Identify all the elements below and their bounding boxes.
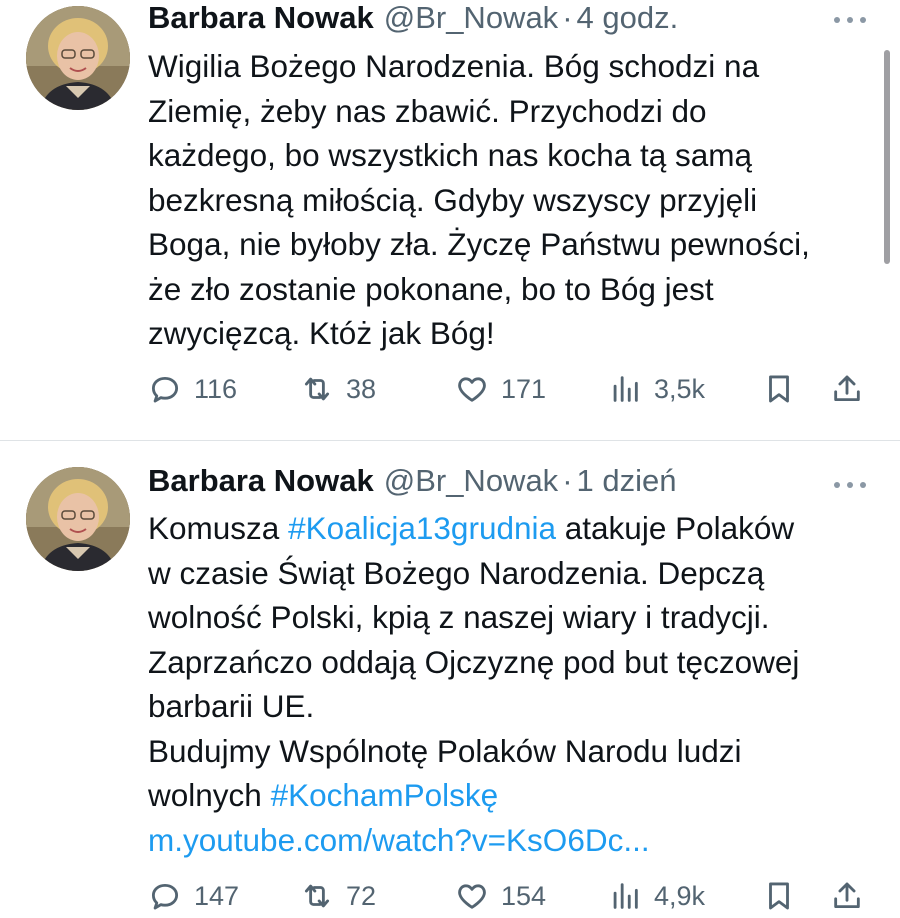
tweet-text-line: zwycięzcą. Któż jak Bóg! [148, 311, 878, 356]
tweet-text: Wigilia Bożego Narodzenia. Bóg schodzi n… [148, 44, 878, 356]
tweet-text-line: wolność Polski, kpią z naszej wiary i tr… [148, 595, 878, 640]
tweet-text-line: Ziemię, żeby nas zbawić. Przychodzi do [148, 89, 878, 134]
like-count: 154 [501, 880, 547, 911]
like-button[interactable]: 154 [455, 874, 546, 918]
heart-icon [458, 884, 486, 909]
reply-button[interactable]: 116 [148, 367, 237, 411]
retweet-count: 38 [346, 373, 377, 404]
author-handle[interactable]: @Br_Nowak [384, 0, 558, 36]
reply-count: 147 [194, 880, 240, 911]
tweet-text-line: Boga, nie byłoby zła. Życzę Państwu pewn… [148, 222, 878, 267]
tweet-text-line: Wigilia Bożego Narodzenia. Bóg schodzi n… [148, 44, 878, 89]
url-link[interactable]: m.youtube.com/watch?v=KsO6Dc... [148, 822, 650, 858]
share-button[interactable] [830, 874, 864, 918]
tweet-text-segment: że zło zostanie pokonane, bo to Bóg jest [148, 270, 714, 307]
tweet-text-line: w czasie Świąt Bożego Narodzenia. Depczą [148, 551, 878, 596]
reply-icon [151, 883, 179, 910]
tweet-text-segment: wolnych [148, 777, 271, 813]
tweet-text-line: że zło zostanie pokonane, bo to Bóg jest [148, 267, 878, 312]
tweet-text-segment: Budujmy Wspólnotę Polaków Narodu ludzi [148, 732, 742, 769]
more-dots-icon[interactable] [834, 479, 868, 489]
tweet-text-segment: bezkresną miłością. Gdyby wszyscy przyję… [148, 181, 758, 218]
tweet-text-line: bezkresną miłością. Gdyby wszyscy przyję… [148, 178, 878, 223]
tweet[interactable]: Barbara Nowak @Br_Nowak · 1 dzień Komusz… [0, 441, 900, 915]
retweet-icon [304, 377, 330, 401]
author-name[interactable]: Barbara Nowak [148, 0, 374, 36]
heart-icon [458, 377, 486, 402]
retweet-button[interactable]: 38 [300, 367, 376, 411]
tweet-text: Komusza #Koalicja13grudnia atakuje Polak… [148, 506, 878, 862]
avatar-photo [26, 467, 130, 571]
views-icon [613, 883, 638, 909]
tweet-text-segment: wolność Polski, kpią z naszej wiary i tr… [148, 599, 770, 635]
action-bar: 147 72 154 4,9k [0, 874, 900, 918]
avatar-photo [26, 6, 130, 110]
share-icon [834, 375, 860, 402]
tweet-timestamp[interactable]: 4 godz. [577, 0, 679, 36]
tweet-text-line: barbarii UE. [148, 684, 878, 729]
tweet-text-segment: w czasie Świąt Bożego Narodzenia. Depczą [148, 554, 765, 591]
tweet-header: Barbara Nowak @Br_Nowak · 1 dzień [148, 463, 676, 503]
tweet-text-line: Komusza #Koalicja13grudnia atakuje Polak… [148, 506, 878, 551]
hashtag-link[interactable]: #Koalicja13grudnia [288, 510, 556, 546]
retweet-icon [304, 884, 330, 908]
bookmark-button[interactable] [762, 367, 796, 411]
share-button[interactable] [830, 367, 864, 411]
tweet-text-line: wolnych #KochamPolskę [148, 773, 878, 818]
tweet-text-segment: atakuje Polaków [556, 510, 795, 546]
reply-icon [151, 376, 179, 403]
tweet-text-line: każdego, bo wszystkich nas kocha tą samą [148, 133, 878, 178]
separator-dot: · [562, 463, 573, 498]
tweet[interactable]: Barbara Nowak @Br_Nowak · 4 godz. Wigili… [0, 0, 900, 440]
tweet-text-line: m.youtube.com/watch?v=KsO6Dc... [148, 818, 878, 863]
avatar[interactable] [26, 6, 130, 110]
like-count: 171 [501, 373, 547, 404]
bookmark-icon [769, 882, 789, 910]
bookmark-icon [769, 375, 789, 403]
tweet-text-segment: Zaprzańczo oddają Ojczyznę pod but tęczo… [148, 643, 800, 680]
like-button[interactable]: 171 [455, 367, 546, 411]
separator-dot: · [562, 0, 573, 35]
reply-count: 116 [194, 373, 238, 404]
tweet-text-line: Zaprzańczo oddają Ojczyznę pod but tęczo… [148, 640, 878, 685]
views-count: 3,5k [654, 373, 706, 404]
tweet-text-line: Budujmy Wspólnotę Polaków Narodu ludzi [148, 729, 878, 774]
tweet-timestamp[interactable]: 1 dzień [577, 463, 677, 499]
tweet-text-segment: każdego, bo wszystkich nas kocha tą samą [148, 137, 753, 173]
views-icon [613, 376, 638, 402]
retweet-button[interactable]: 72 [300, 874, 376, 918]
tweet-text-segment: Wigilia Bożego Narodzenia. Bóg schodzi n… [148, 48, 760, 84]
more-dots-icon[interactable] [834, 14, 868, 24]
views-count: 4,9k [654, 880, 706, 911]
views-button[interactable]: 4,9k [608, 874, 705, 918]
scrollbar[interactable] [884, 50, 890, 264]
tweet-text-segment: zwycięzcą. Któż jak Bóg! [148, 315, 495, 351]
author-name[interactable]: Barbara Nowak [148, 463, 374, 499]
avatar[interactable] [26, 467, 130, 571]
reply-button[interactable]: 147 [148, 874, 239, 918]
tweet-text-segment: Komusza [148, 510, 289, 546]
tweet-header: Barbara Nowak @Br_Nowak · 4 godz. [148, 0, 678, 40]
tweet-text-segment: Ziemię, żeby nas zbawić. Przychodzi do [148, 92, 707, 129]
tweet-text-segment: Boga, nie byłoby zła. Życzę Państwu pewn… [148, 226, 810, 262]
bookmark-button[interactable] [762, 874, 796, 918]
tweet-text-segment: barbarii UE. [148, 688, 315, 724]
author-handle[interactable]: @Br_Nowak [384, 463, 558, 499]
share-icon [834, 882, 860, 909]
hashtag-link[interactable]: #KochamPolskę [271, 777, 499, 813]
views-button[interactable]: 3,5k [608, 367, 705, 411]
action-bar: 116 38 171 3,5k [0, 367, 900, 411]
retweet-count: 72 [346, 880, 377, 911]
